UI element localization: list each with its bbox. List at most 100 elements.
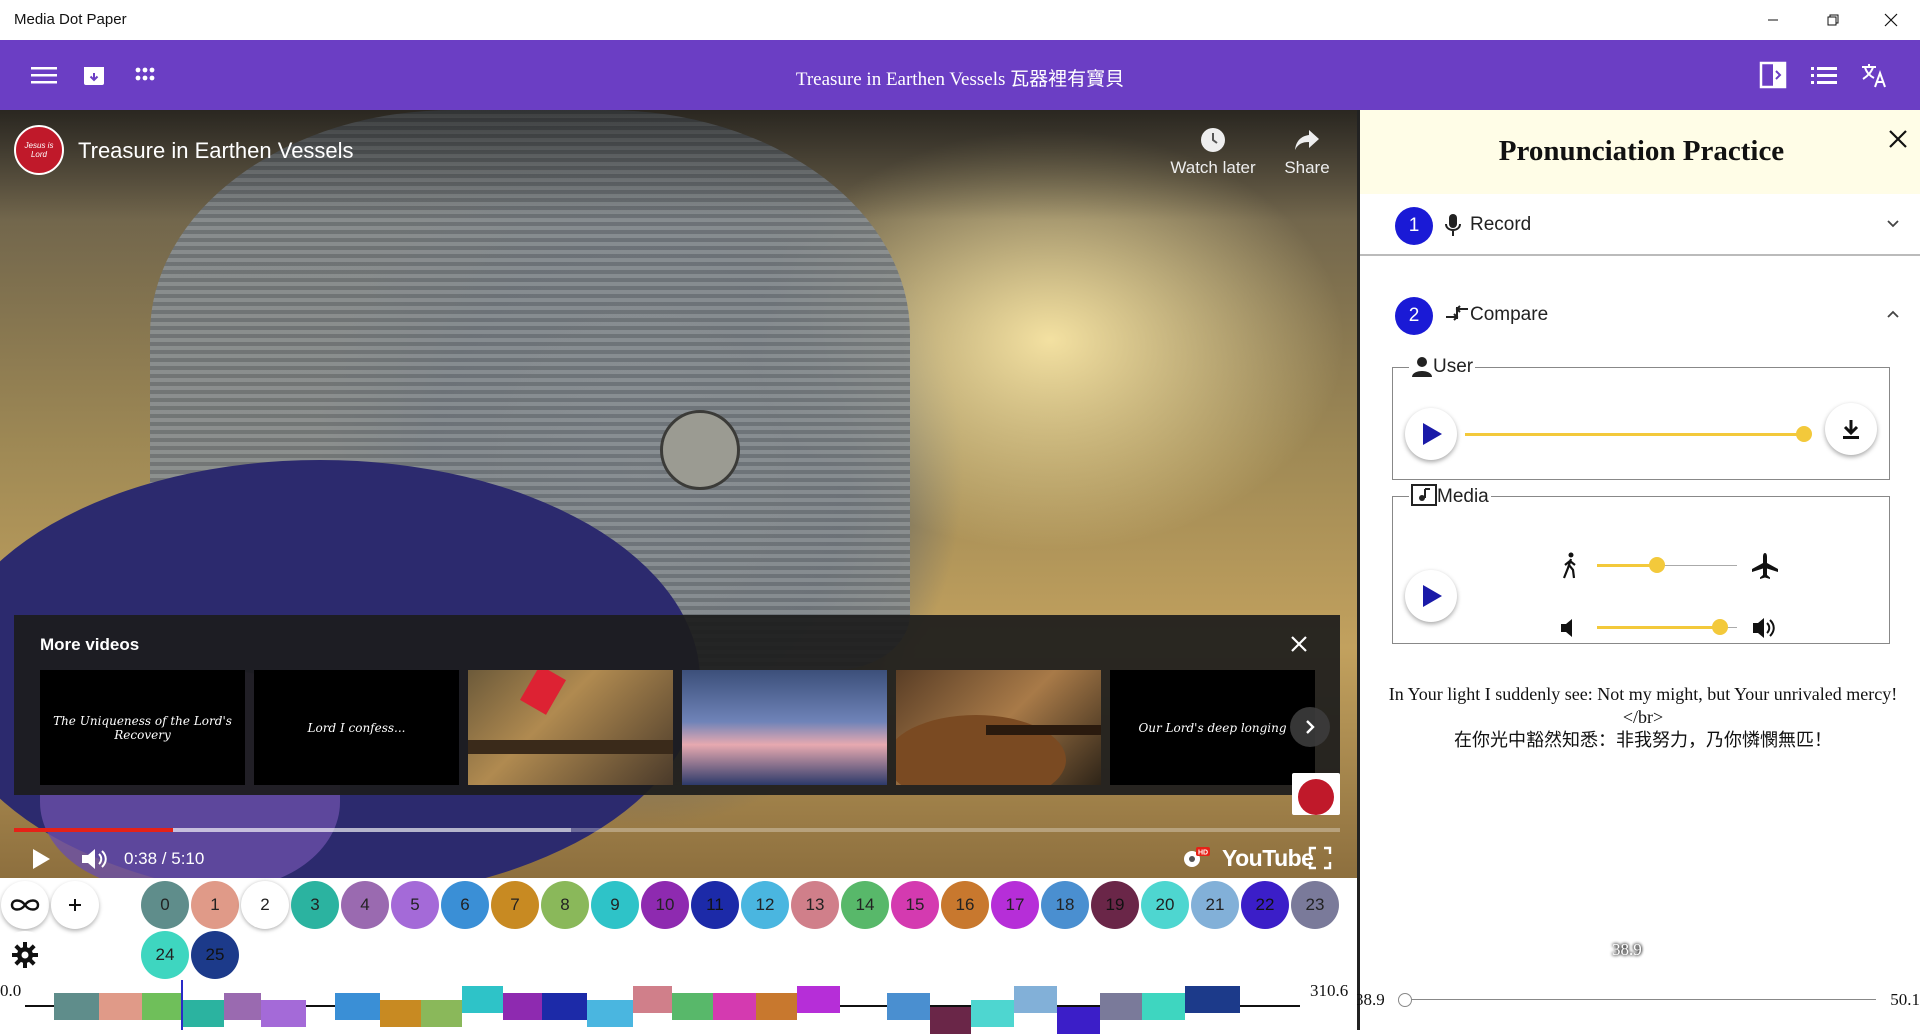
watch-later-button[interactable]: Watch later — [1163, 126, 1263, 178]
guitar-thumbnail-image — [468, 670, 673, 754]
settings-button[interactable] — [1, 931, 49, 979]
segment-chip[interactable]: 15 — [891, 881, 939, 929]
timeline-segment[interactable] — [334, 993, 381, 1020]
video-player[interactable]: Jesus is Lord Treasure in Earthen Vessel… — [0, 110, 1357, 878]
restore-button[interactable] — [1810, 0, 1856, 40]
minimize-button[interactable] — [1750, 0, 1796, 40]
loop-button[interactable] — [1, 881, 49, 929]
segment-chip[interactable]: 4 — [341, 881, 389, 929]
fullscreen-button[interactable] — [1308, 846, 1332, 875]
menu-button[interactable] — [30, 61, 58, 89]
segment-chip[interactable]: 7 — [491, 881, 539, 929]
media-legend-label: Media — [1437, 486, 1489, 507]
person-icon — [1412, 357, 1432, 377]
user-play-button[interactable] — [1405, 408, 1457, 460]
segment-chip[interactable]: 19 — [1091, 881, 1139, 929]
segment-chip[interactable]: 20 — [1141, 881, 1189, 929]
timeline-segment[interactable] — [462, 986, 504, 1013]
segment-chip[interactable]: 5 — [391, 881, 439, 929]
timeline-segment[interactable] — [796, 986, 840, 1013]
watch-later-label: Watch later — [1170, 158, 1256, 177]
channel-watermark[interactable] — [1292, 773, 1340, 815]
video-progress-bar[interactable] — [14, 828, 1340, 832]
timeline-segment[interactable] — [53, 993, 99, 1020]
timeline-segment[interactable] — [755, 993, 797, 1020]
timeline-segment[interactable] — [1184, 986, 1241, 1013]
video-thumbnail[interactable] — [896, 670, 1101, 785]
user-download-button[interactable] — [1825, 403, 1877, 455]
speed-knob[interactable] — [1649, 557, 1666, 573]
share-button[interactable]: Share — [1257, 126, 1357, 178]
timeline-cursor[interactable] — [180, 980, 183, 1030]
timeline-segment[interactable] — [503, 993, 543, 1020]
timeline-segment[interactable] — [712, 993, 756, 1020]
timeline-segment[interactable] — [98, 993, 142, 1020]
video-play-button[interactable] — [28, 846, 54, 877]
toggle-panel-button[interactable] — [1759, 61, 1787, 89]
segment-chip[interactable]: 0 — [141, 881, 189, 929]
timeline-segment[interactable] — [1100, 993, 1142, 1020]
video-thumbnail[interactable] — [682, 670, 887, 785]
youtube-logo[interactable]: YouTube — [1222, 845, 1314, 872]
segment-chip[interactable]: 6 — [441, 881, 489, 929]
segment-chip[interactable]: 16 — [941, 881, 989, 929]
segment-chip[interactable]: 18 — [1041, 881, 1089, 929]
timeline-segment[interactable] — [421, 1000, 463, 1027]
segment-chip[interactable]: 24 — [141, 931, 189, 979]
segment-chip[interactable]: 1 — [191, 881, 239, 929]
segment-chip[interactable]: 12 — [741, 881, 789, 929]
segment-chip[interactable]: 14 — [841, 881, 889, 929]
range-slider-knob[interactable] — [1398, 993, 1412, 1007]
video-volume-button[interactable] — [80, 846, 110, 877]
segment-chip[interactable]: 21 — [1191, 881, 1239, 929]
media-play-button[interactable] — [1405, 570, 1457, 622]
segment-chip[interactable]: 22 — [1241, 881, 1289, 929]
timeline-segment[interactable] — [261, 1000, 307, 1027]
segment-chip[interactable]: 8 — [541, 881, 589, 929]
video-thumbnail[interactable]: Lord I confess... — [254, 670, 459, 785]
timeline-segment[interactable] — [542, 993, 588, 1020]
archive-download-icon — [84, 67, 104, 85]
timeline-segment[interactable] — [180, 1000, 225, 1027]
segment-chip[interactable]: 2 — [241, 881, 289, 929]
more-videos-close-button[interactable] — [1284, 629, 1314, 659]
video-thumbnail[interactable]: Our Lord's deep longing — [1110, 670, 1315, 785]
timeline-segment[interactable] — [224, 993, 262, 1020]
list-button[interactable] — [1810, 61, 1838, 89]
timeline-segment[interactable] — [671, 993, 713, 1020]
segment-chip[interactable]: 25 — [191, 931, 239, 979]
timeline-segment[interactable] — [971, 1000, 1015, 1027]
apps-button[interactable] — [131, 61, 159, 89]
settings-hd-button[interactable]: HD — [1180, 845, 1212, 876]
segment-chip[interactable]: 11 — [691, 881, 739, 929]
segment-chip[interactable]: 13 — [791, 881, 839, 929]
step-compare[interactable]: 2 Compare — [1360, 284, 1920, 346]
video-thumbnail[interactable]: The Uniqueness of the Lord's Recovery — [40, 670, 245, 785]
video-thumbnail[interactable] — [468, 670, 673, 785]
close-window-button[interactable] — [1868, 0, 1914, 40]
segment-chip[interactable]: 10 — [641, 881, 689, 929]
timeline-segment[interactable] — [887, 993, 931, 1020]
add-segment-button[interactable] — [51, 881, 99, 929]
segment-chip[interactable]: 23 — [1291, 881, 1339, 929]
timeline-segment[interactable] — [1141, 993, 1185, 1020]
channel-logo[interactable]: Jesus is Lord — [14, 125, 64, 175]
timeline-segment[interactable] — [632, 986, 672, 1013]
segment-chip[interactable]: 9 — [591, 881, 639, 929]
segment-chip[interactable]: 3 — [291, 881, 339, 929]
timeline-segment[interactable] — [1014, 986, 1058, 1013]
archive-button[interactable] — [80, 61, 108, 89]
timeline-segment[interactable] — [141, 993, 181, 1020]
user-playback-knob[interactable] — [1796, 426, 1813, 442]
timeline-segment[interactable] — [380, 1000, 422, 1027]
translate-button[interactable] — [1860, 61, 1888, 89]
step-record[interactable]: 1 Record — [1360, 194, 1920, 256]
video-title[interactable]: Treasure in Earthen Vessels — [78, 138, 354, 164]
segment-chip[interactable]: 17 — [991, 881, 1039, 929]
segment-area: 0 1 2 3 4 5 6 7 8 9 10 11 12 13 14 15 16 17 18 19 20 21 22 23 24… — [0, 878, 1357, 1034]
media-volume-knob[interactable] — [1712, 619, 1729, 635]
panel-close-button[interactable] — [1883, 124, 1913, 154]
more-videos-next-button[interactable] — [1290, 707, 1330, 747]
timeline-segment[interactable] — [587, 1000, 633, 1027]
range-slider-track[interactable] — [1402, 999, 1876, 1000]
